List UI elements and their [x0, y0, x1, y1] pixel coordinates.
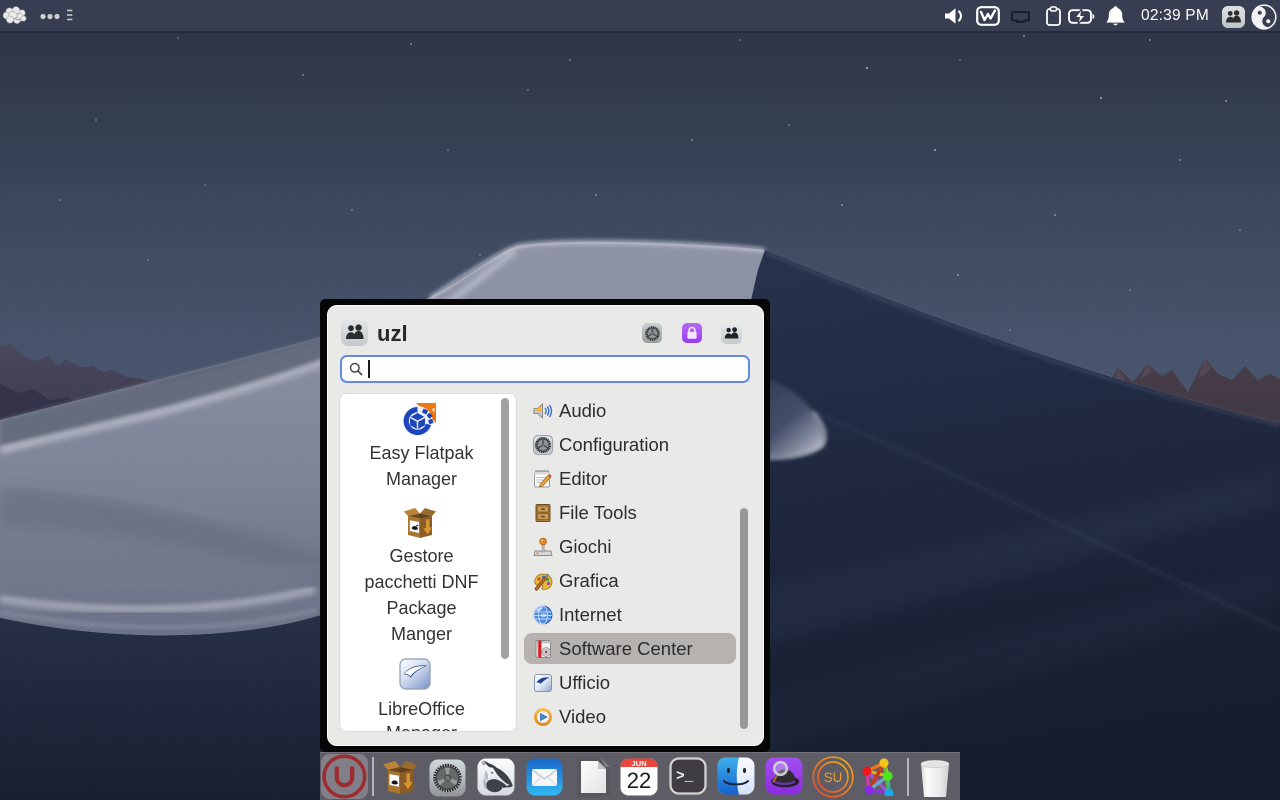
- svg-text:22: 22: [627, 768, 651, 793]
- svg-text:JUN: JUN: [631, 759, 646, 768]
- svg-text:>_: >_: [676, 769, 694, 785]
- svg-text:SU: SU: [824, 770, 843, 785]
